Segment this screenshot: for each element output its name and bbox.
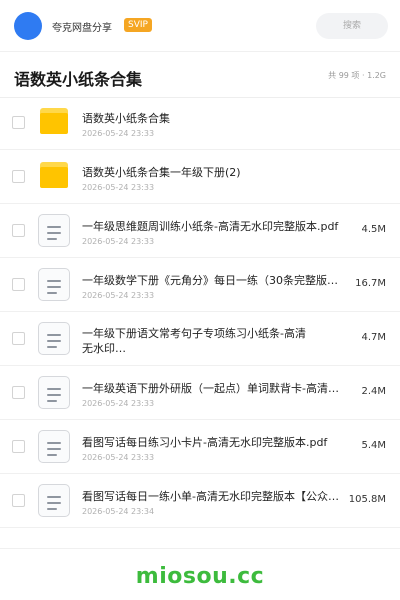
top-bar: 夸克网盘分享 SVIP 搜索 [0, 0, 400, 52]
document-icon [38, 322, 70, 355]
file-name: 语数英小纸条合集 [82, 112, 170, 125]
file-name: 一年级下册语文常考句子专项练习小纸条-高清无水印… [82, 327, 306, 355]
file-size: 16.7M [355, 278, 386, 289]
file-size: 105.8M [348, 494, 386, 505]
document-icon [38, 484, 70, 517]
file-date: 2026-05-24 23:33 [82, 453, 155, 462]
divider [0, 548, 400, 549]
search-input[interactable]: 搜索 [316, 13, 388, 39]
user-name: 夸克网盘分享 [52, 23, 112, 34]
document-icon [38, 376, 70, 409]
file-size: 2.4M [361, 386, 386, 397]
list-item[interactable]: 看图写话每日一练小单-高清无水印完整版本【公众号： 2026-05-24 23:… [0, 474, 400, 528]
file-name: 看图写话每日一练小单-高清无水印完整版本【公众号： [82, 490, 344, 503]
file-date: 2026-05-24 23:33 [82, 183, 155, 192]
list-item[interactable]: 一年级数学下册《元角分》每日一练（30条完整版）-… 2026-05-24 23… [0, 258, 400, 312]
checkbox[interactable] [12, 170, 25, 183]
site-watermark: miosou.cc [135, 564, 265, 589]
file-name: 看图写话每日练习小卡片-高清无水印完整版本.pdf [82, 436, 328, 449]
file-name: 一年级英语下册外研版（一起点）单词默背卡-高清无水… [82, 382, 344, 395]
file-date: 2026-05-24 23:33 [82, 129, 155, 138]
folder-summary: 共 99 项 · 1.2G [328, 71, 386, 80]
list-item[interactable]: 一年级英语下册外研版（一起点）单词默背卡-高清无水… 2026-05-24 23… [0, 366, 400, 420]
checkbox[interactable] [12, 494, 25, 507]
checkbox[interactable] [12, 116, 25, 129]
file-name: 一年级数学下册《元角分》每日一练（30条完整版）-… [82, 274, 344, 287]
list-item[interactable]: 一年级思维题周训练小纸条-高清无水印完整版本.pdf 2026-05-24 23… [0, 204, 400, 258]
folder-title-row: 语数英小纸条合集 共 99 项 · 1.2G [0, 52, 400, 98]
checkbox[interactable] [12, 386, 25, 399]
folder-icon [40, 162, 68, 188]
file-size: 5.4M [361, 440, 386, 451]
file-date: 2026-05-24 23:33 [82, 291, 155, 300]
file-name: 一年级思维题周训练小纸条-高清无水印完整版本.pdf [82, 220, 339, 233]
file-date: 2026-05-24 23:33 [82, 237, 155, 246]
file-date: 2026-05-24 23:33 [82, 399, 155, 408]
file-size: 4.5M [361, 224, 386, 235]
file-date: 2026-05-24 23:34 [82, 507, 155, 516]
checkbox[interactable] [12, 332, 25, 345]
svip-badge: SVIP [124, 18, 152, 32]
folder-icon [40, 108, 68, 134]
document-icon [38, 430, 70, 463]
document-icon [38, 214, 70, 247]
avatar[interactable] [14, 12, 42, 40]
list-item[interactable]: 看图写话每日练习小卡片-高清无水印完整版本.pdf 2026-05-24 23:… [0, 420, 400, 474]
checkbox[interactable] [12, 278, 25, 291]
checkbox[interactable] [12, 440, 25, 453]
document-icon [38, 268, 70, 301]
page-title: 语数英小纸条合集 [14, 70, 143, 89]
list-item[interactable]: 语数英小纸条合集 2026-05-24 23:33 [0, 96, 400, 150]
list-item[interactable]: 一年级下册语文常考句子专项练习小纸条-高清无水印… 4.7M [0, 312, 400, 366]
file-list: 语数英小纸条合集 2026-05-24 23:33 语数英小纸条合集一年级下册(… [0, 96, 400, 528]
file-name: 语数英小纸条合集一年级下册(2) [82, 166, 241, 179]
list-item[interactable]: 语数英小纸条合集一年级下册(2) 2026-05-24 23:33 [0, 150, 400, 204]
file-size: 4.7M [361, 332, 386, 343]
checkbox[interactable] [12, 224, 25, 237]
